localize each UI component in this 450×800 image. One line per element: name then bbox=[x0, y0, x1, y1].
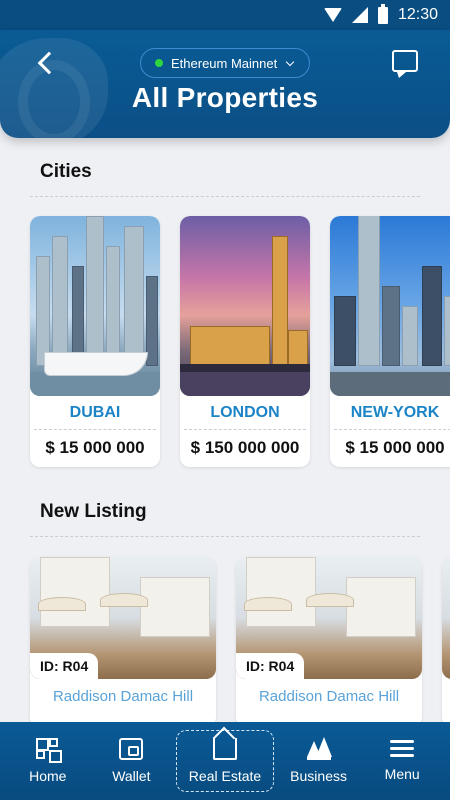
listing-image bbox=[442, 557, 450, 679]
app-header: Ethereum Mainnet All Properties bbox=[0, 30, 450, 138]
nav-label: Real Estate bbox=[188, 768, 262, 784]
bottom-nav: Home Wallet Real Estate Business Menu bbox=[0, 722, 450, 800]
city-name: NEW-YORK bbox=[334, 396, 450, 430]
listing-id-badge: ID: R04 bbox=[236, 653, 305, 679]
nav-wallet[interactable]: Wallet bbox=[92, 730, 170, 792]
back-button[interactable] bbox=[32, 48, 60, 78]
city-image-new-york bbox=[330, 216, 450, 396]
listing-image: ID: R04 bbox=[30, 557, 216, 679]
nav-menu[interactable]: Menu bbox=[363, 730, 441, 792]
nav-real-estate[interactable]: Real Estate bbox=[175, 730, 274, 792]
status-bar: 12:30 bbox=[0, 0, 450, 30]
divider bbox=[30, 196, 420, 197]
yacht bbox=[44, 352, 148, 376]
listing-id-badge: ID: R04 bbox=[30, 653, 99, 679]
nav-home[interactable]: Home bbox=[9, 730, 87, 792]
wifi-icon bbox=[323, 8, 342, 22]
nav-label: Wallet bbox=[112, 768, 151, 784]
network-status-dot-icon bbox=[155, 59, 163, 67]
business-chart-icon bbox=[306, 737, 332, 760]
city-price: $ 15 000 000 bbox=[345, 438, 445, 457]
network-name: Ethereum Mainnet bbox=[171, 55, 278, 71]
nav-business[interactable]: Business bbox=[280, 730, 358, 792]
city-card-dubai[interactable]: DUBAI $ 15 000 000 bbox=[30, 216, 160, 467]
nav-label: Business bbox=[290, 768, 347, 784]
real-estate-icon bbox=[212, 738, 237, 760]
listing-name: Raddison Damac Hill bbox=[258, 688, 400, 705]
city-name: DUBAI bbox=[34, 396, 156, 430]
listing-card-partial[interactable] bbox=[442, 557, 450, 727]
wallet-icon bbox=[119, 738, 144, 760]
signal-icon bbox=[351, 7, 368, 23]
listing-name: Raddison Damac Hill bbox=[52, 688, 194, 705]
battery-icon bbox=[377, 3, 388, 24]
chevron-down-icon bbox=[285, 57, 295, 66]
city-price: $ 150 000 000 bbox=[190, 438, 300, 457]
listing-card[interactable]: ID: R04 Raddison Damac Hill bbox=[236, 557, 422, 727]
city-image-london bbox=[180, 216, 310, 396]
home-grid-icon bbox=[35, 738, 62, 763]
section-title-new-listing: New Listing bbox=[40, 501, 147, 522]
city-image-dubai bbox=[30, 216, 160, 396]
chat-icon[interactable] bbox=[392, 50, 418, 78]
city-name: LONDON bbox=[184, 396, 306, 430]
city-price: $ 15 000 000 bbox=[45, 438, 145, 457]
nav-label: Menu bbox=[384, 766, 420, 782]
listing-card[interactable]: ID: R04 Raddison Damac Hill bbox=[30, 557, 216, 727]
city-card-new-york[interactable]: NEW-YORK $ 15 000 000 bbox=[330, 216, 450, 467]
city-card-london[interactable]: LONDON $ 150 000 000 bbox=[180, 216, 310, 467]
page-title: All Properties bbox=[131, 82, 319, 113]
divider bbox=[30, 536, 420, 537]
network-selector[interactable]: Ethereum Mainnet bbox=[140, 48, 310, 78]
listing-image: ID: R04 bbox=[236, 557, 422, 679]
hamburger-menu-icon bbox=[390, 740, 415, 758]
section-title-cities: Cities bbox=[40, 161, 92, 182]
status-time: 12:30 bbox=[397, 6, 438, 23]
nav-label: Home bbox=[29, 768, 67, 784]
